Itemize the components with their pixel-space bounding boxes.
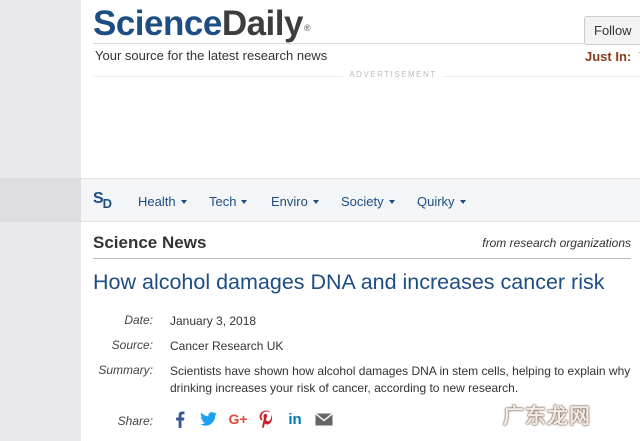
nav-health-label: Health <box>138 194 176 209</box>
logo-science: Science <box>93 4 222 43</box>
article-summary-line-2: drinking increases your risk of cancer, … <box>170 381 519 395</box>
watermark-text: 广东龙网 <box>503 404 591 428</box>
chevron-down-icon <box>312 200 319 204</box>
nav-quirky-label: Quirky <box>417 194 455 209</box>
sd-logo-icon[interactable]: SD <box>93 190 113 211</box>
email-icon[interactable] <box>314 410 334 428</box>
logo-daily: Daily <box>221 4 304 43</box>
share-label: Share: <box>117 414 153 428</box>
follow-button[interactable]: Follow <box>584 16 640 45</box>
sd-logo-d: D <box>102 196 113 211</box>
facebook-icon[interactable] <box>173 410 187 428</box>
chevron-down-icon <box>241 200 248 204</box>
nav-society[interactable]: Society <box>341 194 395 209</box>
advertisement-label: ADVERTISEMENT <box>343 70 443 79</box>
nav-quirky[interactable]: Quirky <box>417 194 466 209</box>
main-nav: SD Health Tech Enviro Society Quirky <box>81 178 640 222</box>
nav-tech-label: Tech <box>209 194 237 209</box>
nav-band-left <box>0 178 81 222</box>
chevron-down-icon <box>388 200 395 204</box>
site-tagline: Your source for the latest research news <box>95 48 328 63</box>
linkedin-icon[interactable]: in <box>285 410 305 428</box>
nav-society-label: Society <box>341 194 384 209</box>
left-gutter <box>0 0 81 441</box>
nav-health[interactable]: Health <box>138 194 187 209</box>
chevron-down-icon <box>459 200 466 204</box>
summary-label: Summary: <box>98 363 153 377</box>
date-label: Date: <box>124 313 153 327</box>
just-in-label: Just In: <box>585 49 632 64</box>
pinterest-icon[interactable] <box>257 410 275 428</box>
article-date: January 3, 2018 <box>170 314 257 328</box>
chevron-down-icon <box>180 200 187 204</box>
google-plus-icon[interactable]: G+ <box>227 410 249 428</box>
twitter-icon[interactable] <box>199 410 217 428</box>
article-source: Cancer Research UK <box>170 339 284 353</box>
sciencedaily-logo[interactable]: ScienceDaily® <box>93 4 311 44</box>
registered-mark: ® <box>303 23 311 33</box>
nav-tech[interactable]: Tech <box>209 194 248 209</box>
section-title: Science News <box>93 233 207 252</box>
section-divider <box>93 258 631 259</box>
nav-enviro-label: Enviro <box>271 194 308 209</box>
site-header: ScienceDaily® Your source for the latest… <box>81 0 640 178</box>
source-label: Source: <box>111 338 153 352</box>
article-headline: How alcohol damages DNA and increases ca… <box>93 270 605 294</box>
section-subtitle: from research organizations <box>482 236 631 250</box>
header-divider <box>93 43 640 44</box>
just-in-ticker[interactable]: Just In:T <box>585 49 640 64</box>
nav-enviro[interactable]: Enviro <box>271 194 319 209</box>
article-summary-line-1: Scientists have shown how alcohol damage… <box>170 364 631 378</box>
